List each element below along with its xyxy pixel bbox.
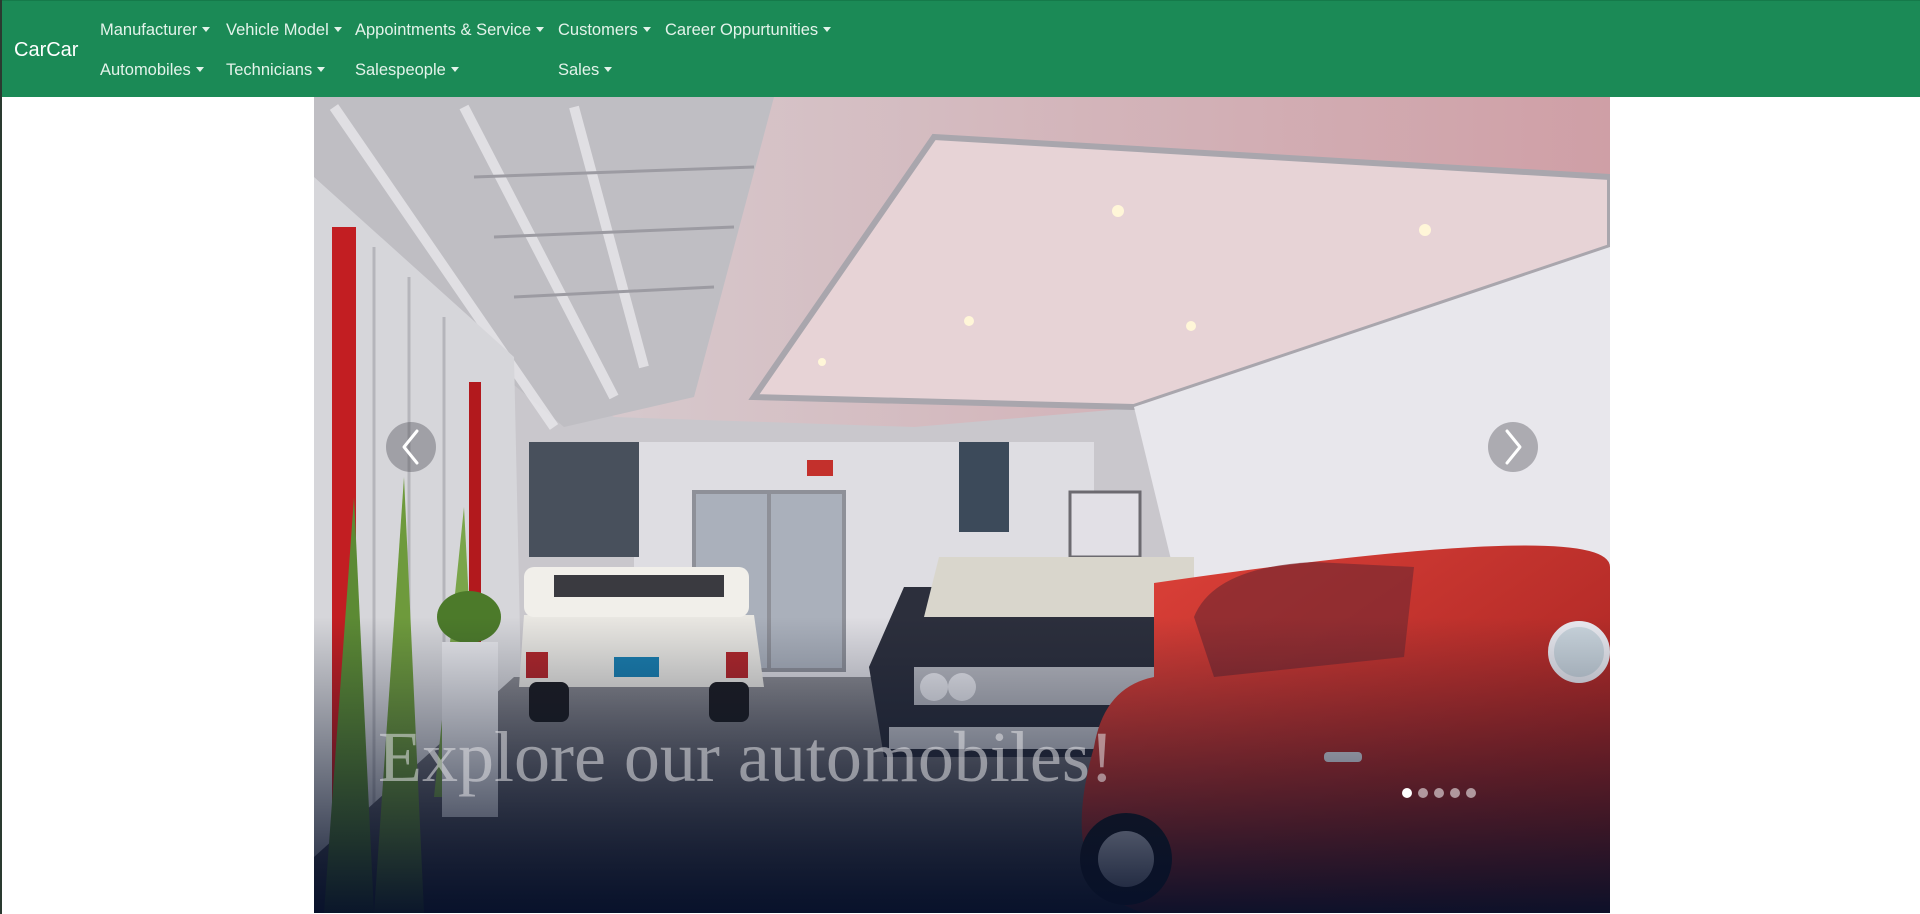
- nav-label: Customers: [558, 21, 638, 39]
- hero-carousel: Explore our automobiles!: [314, 97, 1610, 913]
- caret-down-icon: [450, 67, 459, 72]
- caret-down-icon: [604, 67, 613, 72]
- nav-vehicle-model[interactable]: Vehicle Model: [226, 20, 342, 40]
- caret-down-icon: [333, 27, 342, 32]
- carousel-indicator[interactable]: [1450, 788, 1460, 798]
- caret-down-icon: [642, 27, 651, 32]
- nav-career-oppurtunities[interactable]: Career Oppurtunities: [665, 20, 832, 40]
- nav-label: Automobiles: [100, 61, 191, 79]
- nav-manufacturer[interactable]: Manufacturer: [100, 20, 211, 40]
- caret-down-icon: [536, 27, 545, 32]
- chevron-left-icon: [402, 429, 419, 465]
- nav-label: Vehicle Model: [226, 21, 329, 39]
- nav-sales[interactable]: Sales: [558, 60, 613, 80]
- carousel-indicator[interactable]: [1466, 788, 1476, 798]
- top-navbar: CarCar Manufacturer Vehicle Model Appoin…: [2, 0, 1920, 97]
- nav-salespeople[interactable]: Salespeople: [355, 60, 459, 80]
- carousel-caption: Explore our automobiles!: [378, 717, 1114, 797]
- carousel-indicator[interactable]: [1402, 788, 1412, 798]
- nav-label: Technicians: [226, 61, 313, 79]
- carousel-prev-button[interactable]: [386, 422, 436, 472]
- page-edge: [0, 0, 2, 914]
- caret-down-icon: [202, 27, 211, 32]
- nav-automobiles[interactable]: Automobiles: [100, 60, 204, 80]
- caret-down-icon: [317, 67, 326, 72]
- nav-technicians[interactable]: Technicians: [226, 60, 326, 80]
- nav-label: Salespeople: [355, 61, 446, 79]
- caret-down-icon: [195, 67, 204, 72]
- carousel-indicator[interactable]: [1434, 788, 1444, 798]
- nav-label: Manufacturer: [100, 21, 198, 39]
- carousel-next-button[interactable]: [1488, 422, 1538, 472]
- carousel-indicator[interactable]: [1418, 788, 1428, 798]
- nav-appointments-service[interactable]: Appointments & Service: [355, 20, 545, 40]
- nav-label: Sales: [558, 61, 600, 79]
- brand-link[interactable]: CarCar: [14, 38, 78, 62]
- chevron-right-icon: [1505, 429, 1522, 465]
- nav-label: Appointments & Service: [355, 21, 532, 39]
- caret-down-icon: [823, 27, 832, 32]
- nav-label: Career Oppurtunities: [665, 21, 819, 39]
- nav-customers[interactable]: Customers: [558, 20, 651, 40]
